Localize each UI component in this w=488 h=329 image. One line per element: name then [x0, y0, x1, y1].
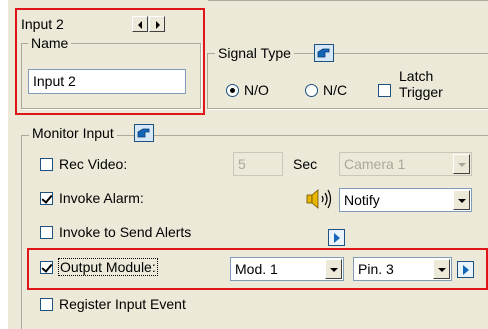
output-module-highlight-box [27, 248, 488, 290]
camera-select-chevron-down-icon[interactable] [453, 154, 470, 174]
alarm-sound-chevron-down-icon[interactable] [453, 190, 470, 210]
name-highlight-box [15, 8, 205, 115]
rec-video-label: Rec Video: [59, 156, 128, 172]
camera-select-value: Camera 1 [344, 156, 406, 172]
input-config-panel: Input 2 Name Input 2 Signal Type N/O N/C… [8, 0, 488, 329]
latch-label-line1: Latch [399, 68, 434, 84]
invoke-alarm-checkbox[interactable] [40, 192, 53, 205]
alarm-sound-select[interactable]: Notify [339, 188, 472, 212]
rec-video-seconds-input[interactable]: 5 [233, 152, 283, 176]
send-alerts-label: Invoke to Send Alerts [59, 224, 192, 240]
rec-video-sec-label: Sec [293, 156, 318, 172]
register-event-label: Register Input Event [59, 296, 186, 312]
register-event-checkbox[interactable] [40, 298, 53, 311]
camera-select[interactable]: Camera 1 [339, 152, 472, 176]
signal-no-radio[interactable] [226, 84, 239, 97]
latch-label-line2: Trigger [399, 84, 443, 100]
alarm-sound-select-value: Notify [344, 192, 380, 208]
monitor-input-hand-icon[interactable] [134, 124, 154, 142]
speaker-icon[interactable] [305, 188, 337, 210]
signal-no-label: N/O [244, 82, 269, 98]
invoke-alarm-label: Invoke Alarm: [59, 190, 144, 206]
top-divider [208, 0, 488, 2]
signal-nc-radio[interactable] [305, 84, 318, 97]
signal-nc-label: N/C [323, 82, 348, 98]
signal-type-groupbox [207, 53, 488, 109]
rec-video-checkbox[interactable] [40, 158, 53, 171]
signal-type-hand-icon[interactable] [314, 44, 334, 62]
send-alerts-play-icon[interactable] [328, 229, 345, 246]
monitor-input-legend: Monitor Input [29, 125, 117, 141]
send-alerts-checkbox[interactable] [40, 226, 53, 239]
signal-type-legend: Signal Type [215, 45, 294, 61]
latch-trigger-checkbox[interactable] [378, 84, 391, 97]
